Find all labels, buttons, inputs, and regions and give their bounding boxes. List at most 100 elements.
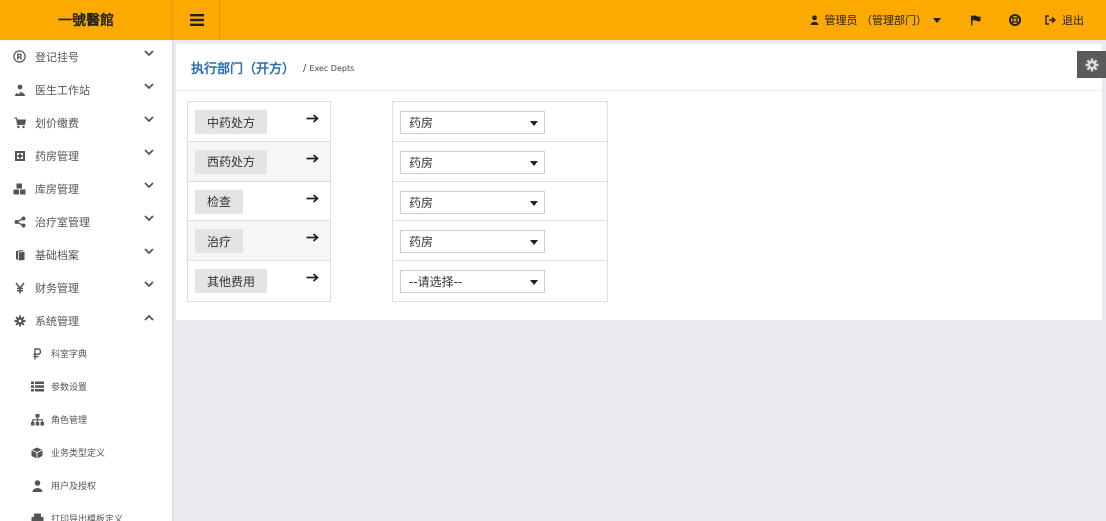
department-select-value: 药房 xyxy=(409,155,434,170)
caret-down-icon xyxy=(530,160,538,166)
sidebar-subitem-label: 用户及授权 xyxy=(51,482,97,492)
department-select-value: 药房 xyxy=(409,116,434,130)
sidebar-subitem-print-template[interactable]: 打印导出模板定义 xyxy=(0,502,172,521)
sidebar: R 登记挂号 医生工作站 划价缴费 药房管理 库房管理 治疗室管理 基础档案 财… xyxy=(0,40,173,521)
sidebar-item-label: 系统管理 xyxy=(35,314,79,328)
sidebar-subitem-role-management[interactable]: 角色管理 xyxy=(0,403,172,436)
page-subtitle: / Exec Depts xyxy=(303,63,354,74)
sidebar-item-label: 登记挂号 xyxy=(35,50,79,64)
chevron-down-icon xyxy=(144,83,154,90)
logout-label: 退出 xyxy=(1062,14,1084,27)
sidebar-item-label: 基础档案 xyxy=(35,248,79,262)
help-button[interactable] xyxy=(995,0,1035,40)
department-select-value: --请选择-- xyxy=(409,275,463,290)
sidebar-subitem-department-dictionary[interactable]: 科室字典 xyxy=(0,337,172,370)
arrow-right-icon xyxy=(306,154,319,163)
sidebar-subitem-business-type[interactable]: 业务类型定义 xyxy=(0,436,172,469)
list-item: 药房 xyxy=(393,142,607,182)
sidebar-item-label: 治疗室管理 xyxy=(35,215,90,229)
caret-down-icon xyxy=(530,280,538,286)
department-select-list: 药房 药房 药房 药房 --请选择-- xyxy=(392,101,608,302)
sidebar-item-treatment-room[interactable]: 治疗室管理 xyxy=(0,205,172,238)
chevron-up-icon xyxy=(144,314,154,321)
sitemap-icon xyxy=(30,413,44,427)
order-type-button[interactable]: 其他费用 xyxy=(195,269,268,294)
list-item: 药房 xyxy=(393,102,607,142)
settings-toggle-button[interactable] xyxy=(1077,51,1106,78)
sidebar-subitem-label: 打印导出模板定义 xyxy=(51,515,124,521)
sidebar-item-finance[interactable]: 财务管理 xyxy=(0,271,172,304)
chevron-down-icon xyxy=(144,281,154,288)
yen-icon xyxy=(13,281,26,294)
sidebar-item-label: 医生工作站 xyxy=(35,83,90,97)
sidebar-subitem-label: 角色管理 xyxy=(51,416,88,426)
chevron-down-icon xyxy=(144,50,154,57)
cubes-icon xyxy=(13,182,26,195)
sidebar-subitem-label: 科室字典 xyxy=(51,350,88,360)
list-item: 中药处方 xyxy=(188,102,330,142)
print-icon xyxy=(30,512,44,521)
order-type-button[interactable]: 检查 xyxy=(195,189,244,214)
sidebar-item-label: 财务管理 xyxy=(35,281,79,295)
notifications-button[interactable] xyxy=(955,0,995,40)
sidebar-toggle-button[interactable] xyxy=(174,0,220,40)
list-item: --请选择-- xyxy=(393,261,607,301)
sidebar-item-registration[interactable]: R 登记挂号 xyxy=(0,40,172,73)
ruble-icon xyxy=(30,347,44,361)
order-type-button[interactable]: 西药处方 xyxy=(195,149,268,174)
share-icon xyxy=(13,215,26,228)
page-title: 执行部门（开方） xyxy=(191,61,296,77)
sidebar-item-basic-records[interactable]: 基础档案 xyxy=(0,238,172,271)
sidebar-item-label: 库房管理 xyxy=(35,182,79,196)
order-type-button[interactable]: 治疗 xyxy=(195,229,244,254)
sidebar-item-pharmacy[interactable]: 药房管理 xyxy=(0,139,172,172)
sidebar-subitem-label: 参数设置 xyxy=(51,383,88,393)
sidebar-item-doctor-station[interactable]: 医生工作站 xyxy=(0,73,172,106)
department-select[interactable]: --请选择-- xyxy=(400,270,545,294)
chevron-down-icon xyxy=(144,248,154,255)
breadcrumb-separator: / xyxy=(303,63,307,74)
user-icon xyxy=(810,15,818,25)
brand-logo[interactable]: 一號醫館 xyxy=(0,0,173,40)
department-select-value: 药房 xyxy=(409,235,434,250)
registered-icon: R xyxy=(13,50,26,63)
chevron-down-icon xyxy=(144,182,154,189)
user-icon xyxy=(30,479,44,493)
user-name: 管理员 （管理部门） xyxy=(824,14,928,27)
sidebar-item-billing[interactable]: 划价缴费 xyxy=(0,106,172,139)
hamburger-icon xyxy=(189,14,204,26)
arrow-right-icon xyxy=(306,273,319,282)
list-item: 治疗 xyxy=(188,221,330,262)
sidebar-item-warehouse[interactable]: 库房管理 xyxy=(0,172,172,205)
flag-icon xyxy=(970,15,980,25)
sidebar-subitem-parameter-settings[interactable]: 参数设置 xyxy=(0,370,172,403)
order-type-list: 中药处方 西药处方 检查 治疗 其他费用 xyxy=(187,101,331,302)
department-select[interactable]: 药房 xyxy=(400,150,545,174)
cart-icon xyxy=(13,116,26,129)
list-item: 西药处方 xyxy=(188,141,330,182)
list-icon xyxy=(30,380,44,394)
sidebar-item-label: 药房管理 xyxy=(35,149,79,163)
caret-down-icon xyxy=(530,121,538,126)
top-navbar: 一號醫館 管理员 （管理部门） 退出 xyxy=(0,0,1106,40)
sign-out-icon xyxy=(1045,15,1056,25)
department-select[interactable]: 药房 xyxy=(400,230,545,254)
chevron-down-icon xyxy=(144,149,154,156)
sidebar-item-system-management[interactable]: 系统管理 xyxy=(0,304,172,337)
page-subtitle-text: Exec Depts xyxy=(309,64,355,73)
cube-icon xyxy=(30,446,44,460)
list-item: 检查 xyxy=(188,182,330,222)
logout-button[interactable]: 退出 xyxy=(1035,0,1106,40)
list-item: 药房 xyxy=(393,182,607,222)
caret-down-icon xyxy=(530,200,538,206)
svg-text:R: R xyxy=(16,52,22,61)
department-select[interactable]: 药房 xyxy=(400,111,545,134)
arrow-right-icon xyxy=(306,114,319,123)
order-type-button[interactable]: 中药处方 xyxy=(195,110,268,134)
sidebar-subitem-label: 业务类型定义 xyxy=(51,449,106,459)
user-menu[interactable]: 管理员 （管理部门） xyxy=(796,0,956,40)
sidebar-subitem-users-authorization[interactable]: 用户及授权 xyxy=(0,469,172,502)
department-select[interactable]: 药房 xyxy=(400,190,545,214)
caret-down-icon xyxy=(530,240,538,246)
caret-down-icon xyxy=(933,17,941,23)
